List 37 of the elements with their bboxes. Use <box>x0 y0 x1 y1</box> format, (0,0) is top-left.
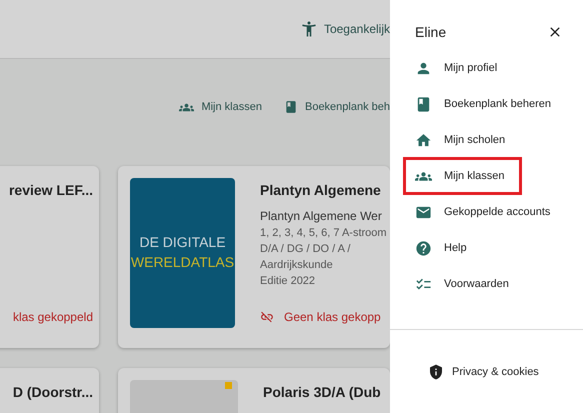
card-title: Plantyn Algemene <box>260 180 381 200</box>
book-card[interactable]: D (Doorstr... <box>0 368 99 413</box>
card-title: D (Doorstr... <box>12 382 93 402</box>
status-link[interactable]: klas gekoppeld <box>12 308 93 326</box>
menu-item[interactable]: Mijn klassen <box>390 164 505 188</box>
unlink-icon <box>260 310 274 324</box>
status-link[interactable]: Geen klas gekopp <box>284 308 381 326</box>
menu-item[interactable]: Boekenplank beheren <box>390 92 552 116</box>
nav-link[interactable]: Mijn klassen <box>201 99 262 116</box>
card-detail: Editie 2022 <box>260 274 316 288</box>
card-detail: 1, 2, 3, 4, 5, 6, 7 A-stroom <box>260 226 387 240</box>
accessibility-icon <box>300 20 318 38</box>
badge-icon <box>225 382 232 388</box>
book-icon <box>284 100 298 114</box>
card-detail: Aardrijkskunde <box>260 258 333 272</box>
card-subtitle: Plantyn Algemene Wer <box>260 208 382 224</box>
house-icon <box>415 132 432 148</box>
shield-icon <box>428 364 444 380</box>
menu-item[interactable]: Voorwaarden <box>390 272 509 296</box>
privacy-link[interactable]: Privacy & cookies <box>452 364 539 380</box>
book-icon <box>415 96 432 112</box>
menu-item[interactable]: Mijn profiel <box>390 56 498 80</box>
card-title: Polaris 3D/A (Dub <box>263 382 381 402</box>
menu-item[interactable]: Help <box>390 236 467 260</box>
menu-item[interactable]: Mijn scholen <box>390 128 506 152</box>
book-card[interactable]: review LEF... klas gekoppeld <box>0 166 99 348</box>
book-card[interactable]: Polaris 3D/A (Dub <box>118 368 390 413</box>
nav-link[interactable]: Boekenplank beh <box>304 99 390 116</box>
menu-item[interactable]: Gekoppelde accounts <box>390 200 550 224</box>
help-icon <box>415 240 432 256</box>
card-detail: D/A / DG / DO / A / <box>260 242 350 256</box>
cover-title: WERELDATLAS <box>130 254 234 271</box>
user-name: Eline <box>415 22 446 42</box>
book-card[interactable]: DE DIGITALE WERELDATLAS Plantyn Algemene Plantyn Algemene Wer 1, 2, 3, 4, 5, 6, 7 A-stroom D/A / DG / DO / A / Aardrijkskunde Editie 2022 Geen klas gekopp <box>118 166 390 348</box>
cover-title: DE DIGITALE <box>139 234 226 252</box>
card-title: review LEF... <box>8 180 93 200</box>
accessibility-link[interactable]: Toegankelijk <box>324 20 390 38</box>
